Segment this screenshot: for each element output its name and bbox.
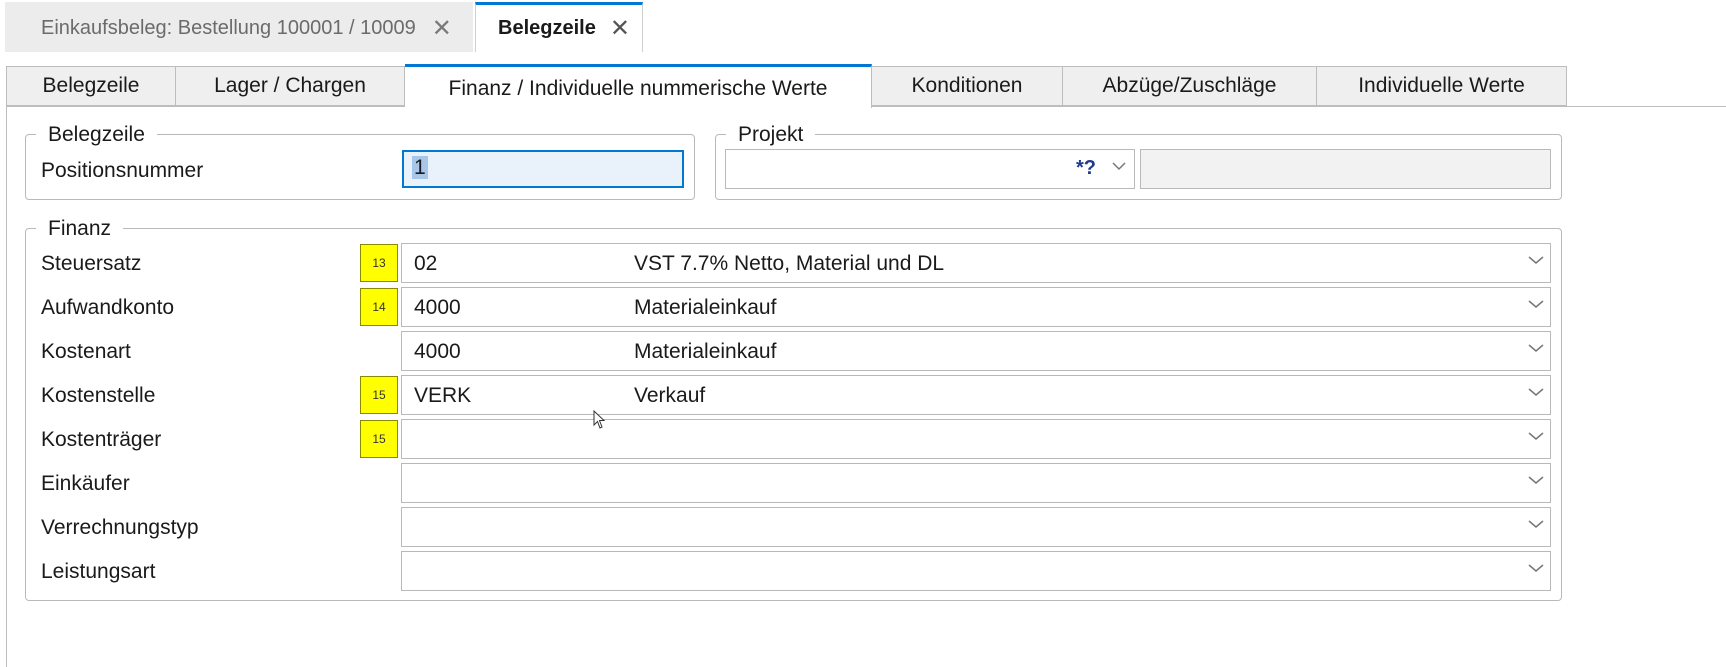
window-tab-belegzeile[interactable]: Belegzeile ✕ (475, 2, 643, 52)
kostentraeger-combobox[interactable] (401, 419, 1551, 459)
badge-15: 15 (360, 376, 398, 414)
chevron-down-icon[interactable] (1528, 475, 1544, 487)
badge-13: 13 (360, 244, 398, 282)
projekt-description-field (1140, 149, 1551, 189)
page-tab-bar: Belegzeile Lager / Chargen Finanz / Indi… (6, 64, 1726, 108)
kostenstelle-code: VERK (414, 384, 472, 407)
window-tab-bar: Einkaufsbeleg: Bestellung 100001 / 10009… (5, 2, 643, 52)
kostenstelle-combobox[interactable]: VERK Verkauf (401, 375, 1551, 415)
tab-individuelle-werte[interactable]: Individuelle Werte (1317, 66, 1567, 106)
kostenart-label: Kostenart (41, 340, 131, 363)
kostenart-code: 4000 (414, 340, 461, 363)
leistungsart-label: Leistungsart (41, 560, 156, 583)
steuersatz-code: 02 (414, 252, 438, 275)
steuersatz-description: VST 7.7% Netto, Material und DL (634, 252, 945, 275)
close-icon[interactable]: ✕ (610, 14, 630, 43)
close-icon[interactable]: ✕ (432, 14, 452, 43)
positionsnummer-label: Positionsnummer (41, 159, 204, 182)
kostenart-combobox[interactable]: 4000 Materialeinkauf (401, 331, 1551, 371)
positionsnummer-value: 1 (412, 156, 428, 179)
tab-belegzeile[interactable]: Belegzeile (6, 66, 176, 106)
chevron-down-icon[interactable] (1528, 299, 1544, 311)
steuersatz-combobox[interactable]: 02 VST 7.7% Netto, Material und DL (401, 243, 1551, 283)
window-tab-label: Belegzeile (498, 17, 596, 39)
window-tab-einkaufsbeleg[interactable]: Einkaufsbeleg: Bestellung 100001 / 10009… (5, 2, 473, 52)
kostenstelle-description: Verkauf (634, 384, 706, 407)
mouse-cursor-icon (593, 409, 607, 430)
aufwandkonto-code: 4000 (414, 296, 461, 319)
kostenstelle-label: Kostenstelle (41, 384, 156, 407)
group-title: Projekt (726, 123, 816, 147)
tab-konditionen[interactable]: Konditionen (872, 66, 1063, 106)
badge-15: 15 (360, 420, 398, 458)
chevron-down-icon[interactable] (1112, 161, 1126, 173)
window-tab-label: Einkaufsbeleg: Bestellung 100001 / 10009 (41, 17, 416, 39)
chevron-down-icon[interactable] (1528, 387, 1544, 399)
kostentraeger-label: Kostenträger (41, 428, 162, 451)
einkaeufer-combobox[interactable] (401, 463, 1551, 503)
projekt-combobox[interactable]: *? (725, 149, 1135, 189)
leistungsart-combobox[interactable] (401, 551, 1551, 591)
tab-lager-chargen[interactable]: Lager / Chargen (176, 66, 405, 106)
kostenart-description: Materialeinkauf (634, 340, 777, 363)
tab-finanz-individuelle-werte[interactable]: Finanz / Individuelle nummerische Werte (405, 64, 872, 108)
aufwandkonto-description: Materialeinkauf (634, 296, 777, 319)
chevron-down-icon[interactable] (1528, 431, 1544, 443)
chevron-down-icon[interactable] (1528, 519, 1544, 531)
einkaeufer-label: Einkäufer (41, 472, 130, 495)
verrechnungstyp-label: Verrechnungstyp (41, 516, 199, 539)
positionsnummer-input[interactable]: 1 (402, 150, 684, 188)
steuersatz-label: Steuersatz (41, 252, 142, 275)
chevron-down-icon[interactable] (1528, 563, 1544, 575)
group-title: Belegzeile (36, 123, 157, 147)
tab-abzuege-zuschlaege[interactable]: Abzüge/Zuschläge (1063, 66, 1317, 106)
aufwandkonto-label: Aufwandkonto (41, 296, 175, 319)
chevron-down-icon[interactable] (1528, 255, 1544, 267)
chevron-down-icon[interactable] (1528, 343, 1544, 355)
lookup-icon[interactable]: *? (1076, 157, 1096, 180)
verrechnungstyp-combobox[interactable] (401, 507, 1551, 547)
badge-14: 14 (360, 288, 398, 326)
group-title: Finanz (36, 217, 124, 241)
aufwandkonto-combobox[interactable]: 4000 Materialeinkauf (401, 287, 1551, 327)
